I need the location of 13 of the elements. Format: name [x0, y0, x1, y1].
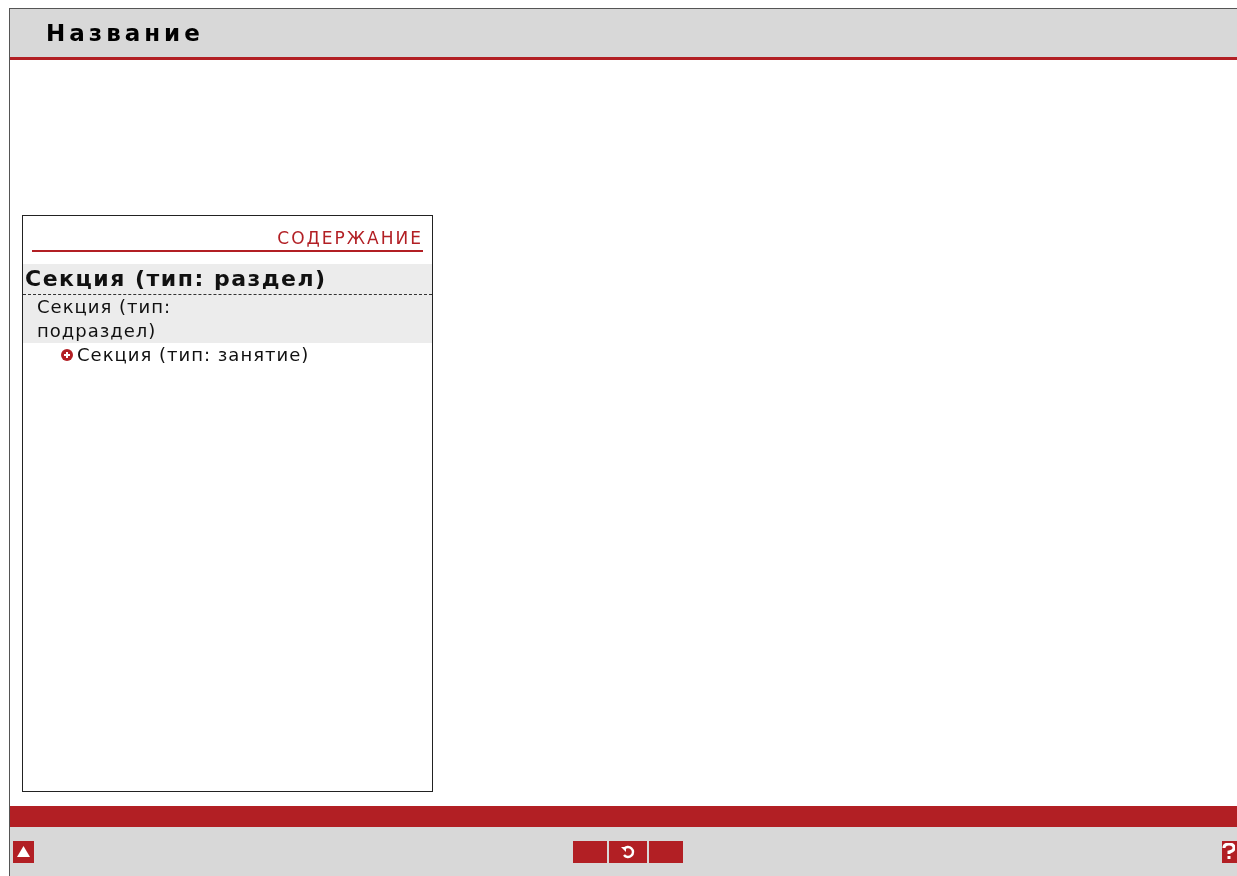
help-button[interactable] — [1222, 840, 1237, 863]
refresh-button[interactable] — [609, 840, 647, 863]
nav-button[interactable] — [573, 840, 607, 863]
plus-icon — [61, 349, 73, 361]
toc-item[interactable]: Секция (тип: раздел) — [23, 264, 432, 295]
page-title: Название — [46, 20, 204, 46]
toc-title: СОДЕРЖАНИЕ — [32, 228, 423, 252]
question-mark-icon — [1222, 842, 1235, 861]
nav-button[interactable] — [649, 840, 683, 863]
triangle-icon — [17, 846, 30, 857]
refresh-icon — [621, 844, 635, 859]
toc-item[interactable]: Секция (тип: подраздел) — [23, 295, 432, 343]
up-button[interactable] — [13, 840, 34, 863]
